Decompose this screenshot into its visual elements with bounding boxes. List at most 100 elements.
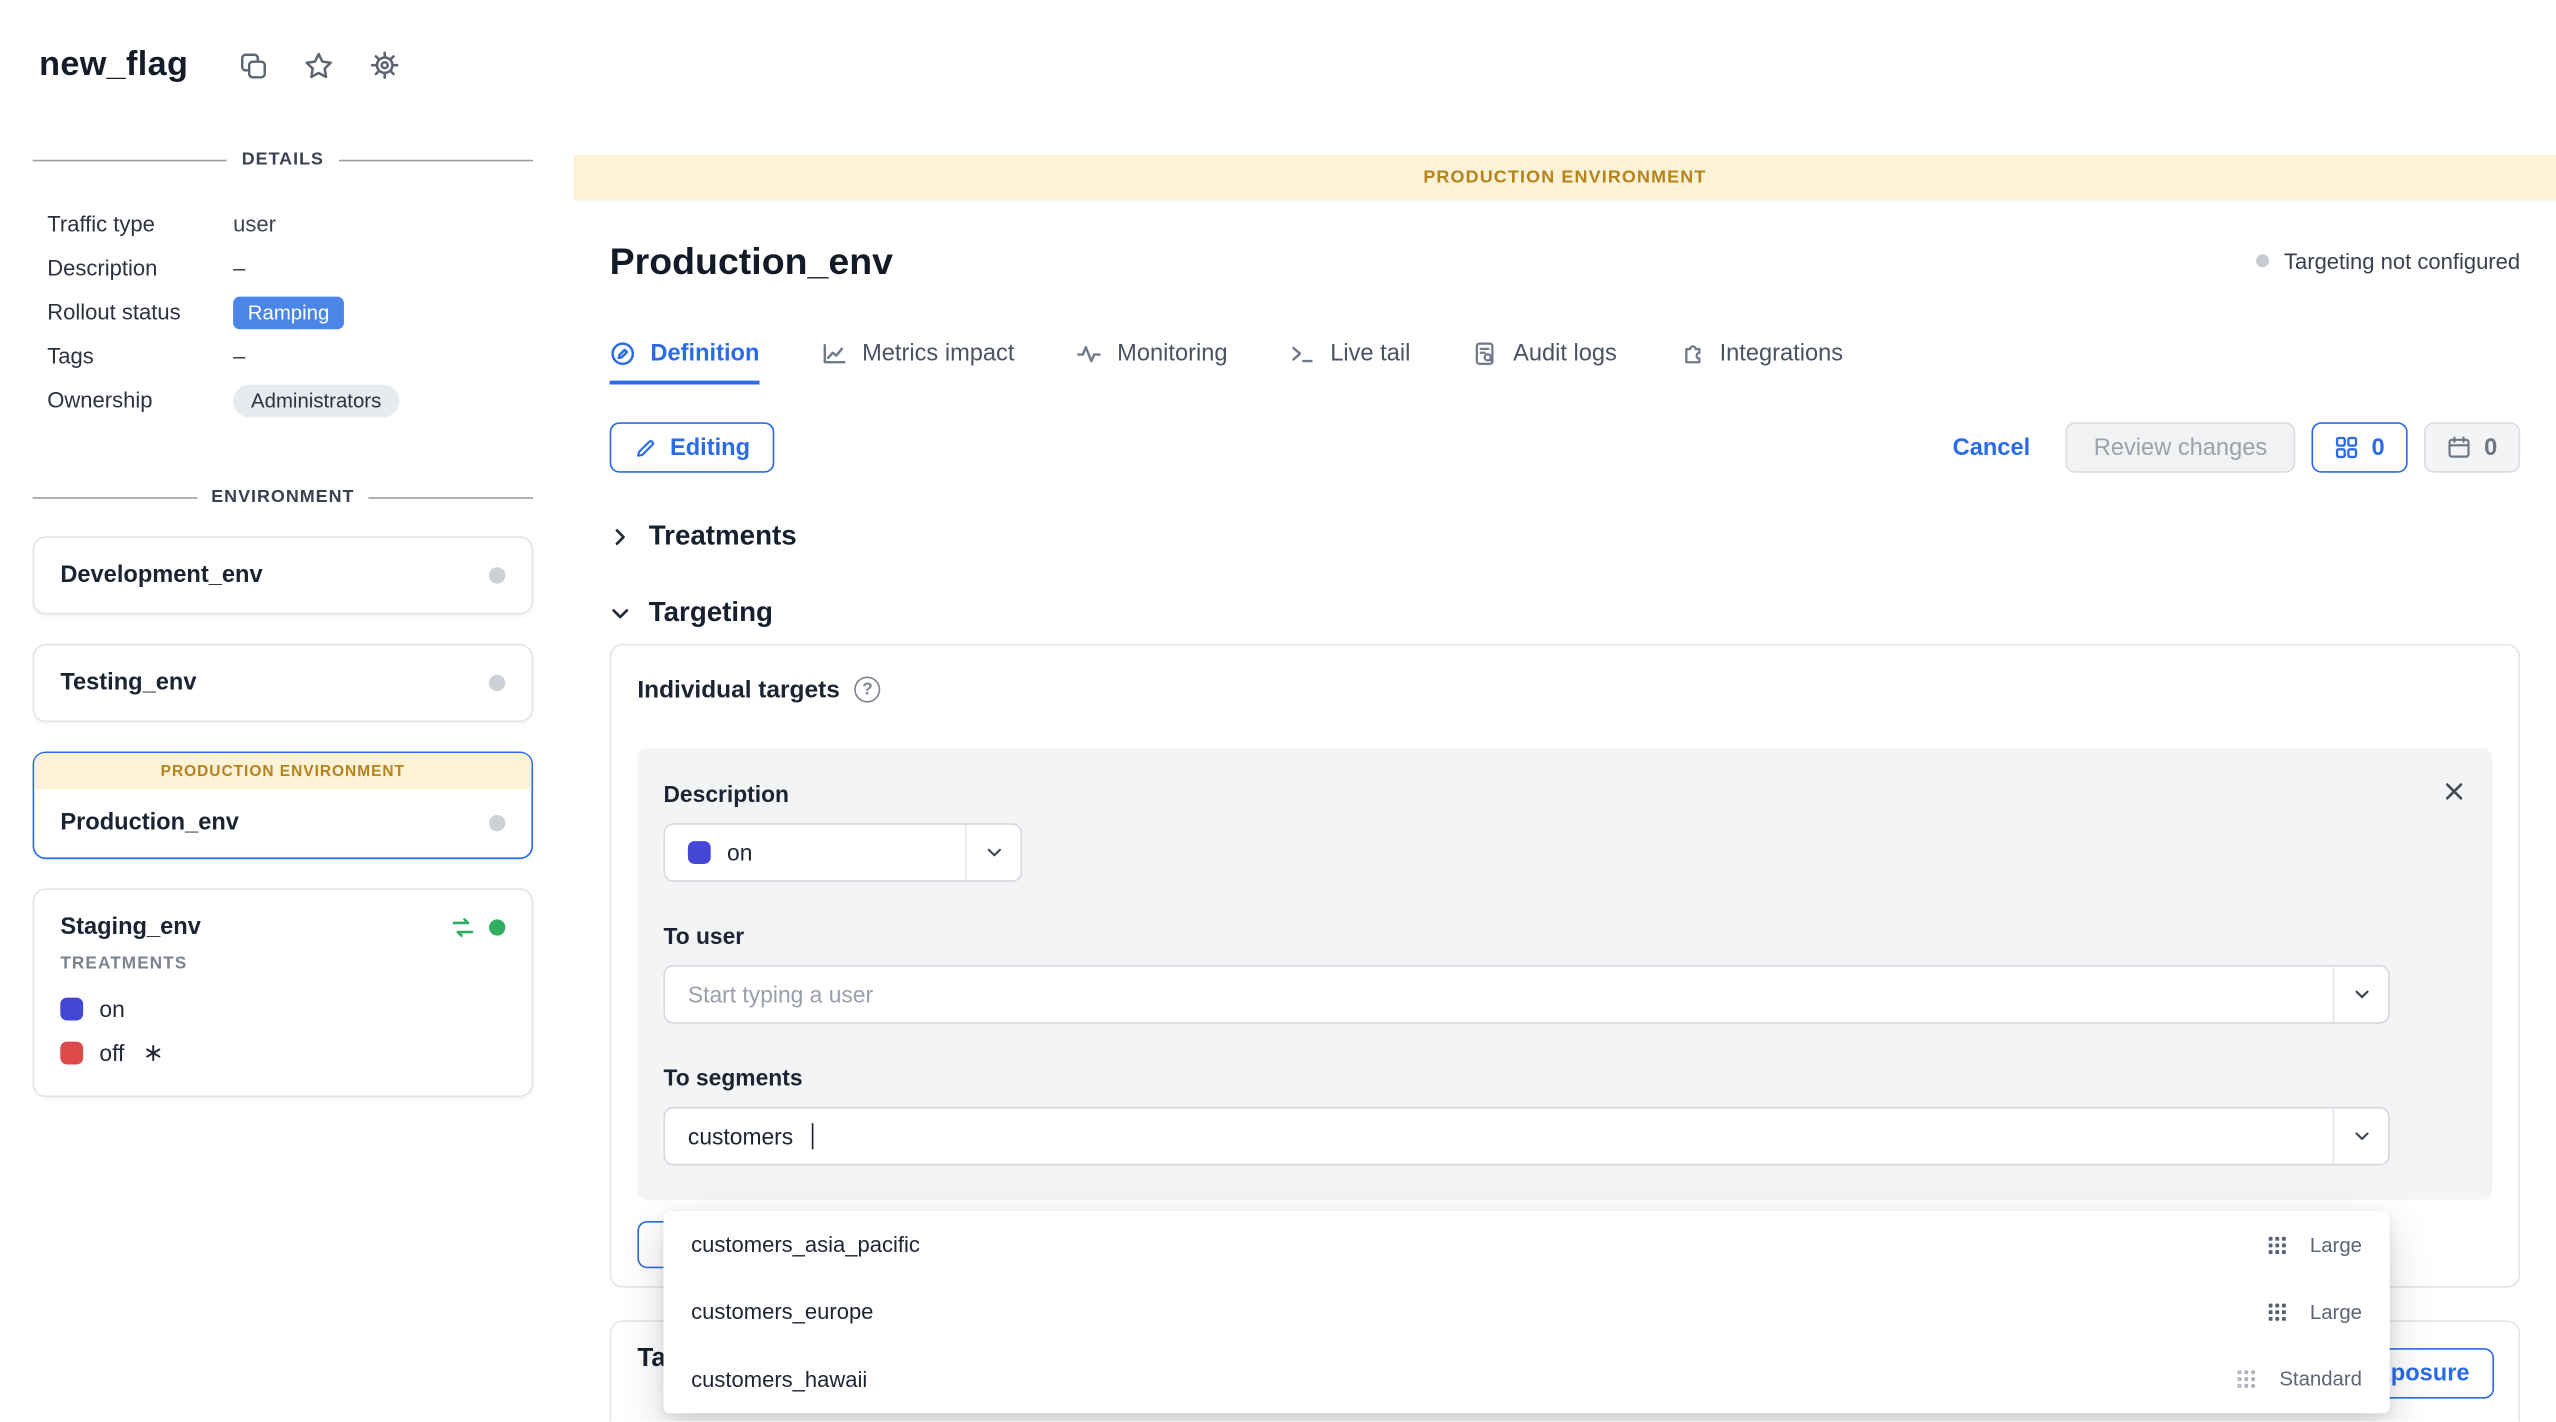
- segments-input[interactable]: customers: [663, 1107, 2389, 1166]
- definition-icon: [610, 341, 636, 367]
- edit-actions-row: Editing Cancel Review changes 0: [610, 422, 2520, 473]
- tab-bar: Definition Metrics impact: [610, 341, 2520, 385]
- editing-button[interactable]: Editing: [610, 422, 775, 473]
- description-label: Description: [663, 781, 2466, 807]
- production-environment-banner: PRODUCTION ENVIRONMENT: [574, 155, 2556, 201]
- help-icon[interactable]: ?: [855, 676, 881, 702]
- monitoring-pulse-icon: [1076, 341, 1102, 367]
- treatment-off-row: off: [60, 1030, 505, 1074]
- details-divider: DETAILS: [33, 150, 533, 170]
- environment-list: Development_env Testing_env PRODUCTION E…: [33, 536, 533, 1097]
- to-user-label: To user: [663, 923, 2466, 949]
- env-card-testing[interactable]: Testing_env: [33, 644, 533, 722]
- segment-option-hawaii[interactable]: customers_hawaii Standard: [663, 1346, 2389, 1413]
- tab-integrations[interactable]: Integrations: [1679, 341, 1843, 385]
- segment-size-label: Standard: [2279, 1368, 2362, 1391]
- star-icon: [304, 50, 335, 81]
- env-card-development[interactable]: Development_env: [33, 536, 533, 614]
- page-title: Production_env: [610, 239, 893, 283]
- cancel-button[interactable]: Cancel: [1943, 434, 2040, 460]
- targeting-status: Targeting not configured: [2256, 249, 2520, 273]
- title-row: Production_env Targeting not configured: [610, 235, 2520, 287]
- sync-arrows-icon: [450, 914, 476, 940]
- changes-grid-count-button[interactable]: 0: [2311, 422, 2407, 473]
- gear-icon: [371, 51, 400, 80]
- segment-suggestions-dropdown: customers_asia_pacific Large cu: [663, 1211, 2389, 1413]
- sidebar: DETAILS Traffic type user Description – …: [0, 130, 574, 1421]
- env-status-dot: [489, 815, 505, 831]
- tab-metrics-impact[interactable]: Metrics impact: [821, 341, 1014, 385]
- review-changes-button[interactable]: Review changes: [2066, 422, 2295, 473]
- detail-row-ownership: Ownership Administrators: [47, 378, 533, 422]
- flag-details: Traffic type user Description – Rollout …: [47, 202, 533, 422]
- individual-targets-card: Individual targets ? Description: [610, 644, 2520, 1288]
- production-env-banner: PRODUCTION ENVIRONMENT: [34, 753, 531, 789]
- environment-divider: ENVIRONMENT: [33, 487, 533, 507]
- tab-audit-logs[interactable]: Audit logs: [1472, 341, 1617, 385]
- individual-targets-heading: Individual targets: [637, 676, 839, 704]
- segment-option-asia-pacific[interactable]: customers_asia_pacific Large: [663, 1211, 2389, 1278]
- environment-heading: ENVIRONMENT: [211, 487, 354, 507]
- select-chevron-icon[interactable]: [965, 825, 1020, 880]
- metrics-chart-icon: [821, 341, 847, 367]
- detail-row-traffic-type: Traffic type user: [47, 202, 533, 246]
- live-tail-terminal-icon: [1289, 341, 1315, 367]
- env-status-dot: [489, 675, 505, 691]
- treatment-select-value: on: [727, 840, 752, 866]
- chevron-right-icon: [610, 526, 631, 547]
- tab-monitoring[interactable]: Monitoring: [1076, 341, 1227, 385]
- status-text: Targeting not configured: [2284, 249, 2520, 273]
- status-dot: [2256, 254, 2269, 267]
- favorite-button[interactable]: [297, 43, 341, 87]
- treatments-section-toggle[interactable]: Treatments: [610, 517, 2520, 556]
- env-card-production[interactable]: PRODUCTION ENVIRONMENT Production_env: [33, 751, 533, 859]
- remove-target-button[interactable]: [2439, 776, 2470, 807]
- segment-size-label: Large: [2310, 1233, 2362, 1256]
- to-segments-label: To segments: [663, 1064, 2466, 1090]
- close-icon: [2442, 779, 2466, 803]
- ownership-chip: Administrators: [233, 384, 399, 417]
- env-card-staging[interactable]: Staging_env TREATMENTS on: [33, 888, 533, 1097]
- segment-size-label: Large: [2310, 1301, 2362, 1324]
- grid-icon: [2334, 435, 2358, 459]
- app: new_flag: [0, 0, 2556, 1421]
- segments-input-chevron-icon[interactable]: [2333, 1108, 2388, 1163]
- details-heading: DETAILS: [242, 150, 324, 170]
- segment-option-europe[interactable]: customers_europe Large: [663, 1278, 2389, 1345]
- text-caret: [811, 1123, 813, 1149]
- individual-target-panel: Description on To user: [637, 748, 2492, 1200]
- treatment-select[interactable]: on: [663, 823, 1022, 882]
- audit-logs-document-icon: [1472, 341, 1498, 367]
- treatment-on-swatch: [60, 997, 83, 1020]
- copy-icon: [240, 51, 268, 79]
- calendar-icon: [2447, 435, 2471, 459]
- treatment-off-swatch: [60, 1041, 83, 1064]
- large-segment-grid-icon: [2266, 1233, 2289, 1256]
- rollout-status-badge: Ramping: [233, 296, 344, 329]
- detail-row-tags: Tags –: [47, 334, 533, 378]
- treatment-on-swatch: [688, 841, 711, 864]
- standard-segment-dots-icon: [2235, 1368, 2258, 1391]
- user-input-chevron-icon[interactable]: [2333, 967, 2388, 1022]
- user-input[interactable]: Start typing a user: [663, 965, 2389, 1024]
- user-input-placeholder: Start typing a user: [688, 981, 873, 1007]
- chevron-down-icon: [610, 602, 631, 623]
- flag-header: new_flag: [0, 0, 2556, 130]
- main-panel: PRODUCTION ENVIRONMENT Production_env Ta…: [574, 155, 2556, 1422]
- detail-row-description: Description –: [47, 246, 533, 290]
- targeting-section-toggle[interactable]: Targeting: [610, 593, 2520, 632]
- env-status-dot: [489, 567, 505, 583]
- schedule-count-button[interactable]: 0: [2424, 422, 2520, 473]
- env-status-dot: [489, 919, 505, 935]
- settings-button[interactable]: [364, 44, 406, 86]
- flag-title: new_flag: [39, 46, 188, 85]
- tab-live-tail[interactable]: Live tail: [1289, 341, 1410, 385]
- integrations-puzzle-icon: [1679, 341, 1705, 367]
- large-segment-grid-icon: [2266, 1301, 2289, 1324]
- copy-button[interactable]: [234, 45, 275, 86]
- treatment-on-row: on: [60, 986, 505, 1030]
- detail-row-rollout-status: Rollout status Ramping: [47, 290, 533, 334]
- segments-input-value: customers: [688, 1123, 793, 1149]
- tab-definition[interactable]: Definition: [610, 341, 760, 385]
- treatments-heading: TREATMENTS: [60, 954, 505, 974]
